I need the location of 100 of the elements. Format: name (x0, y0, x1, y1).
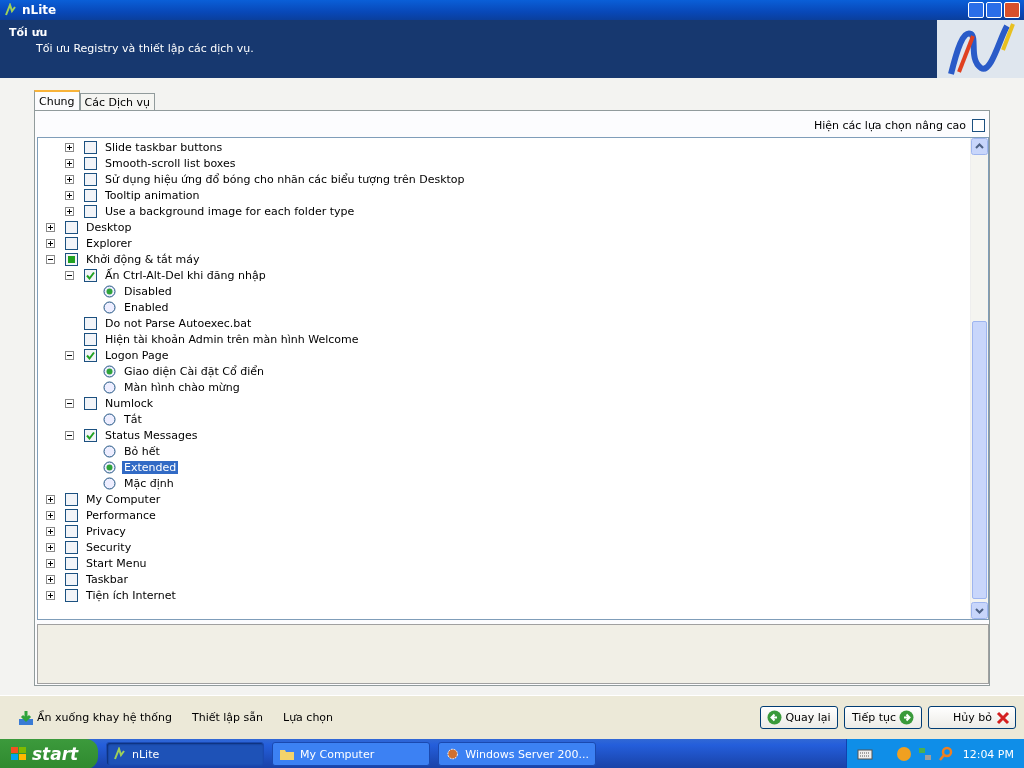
tree-item-label[interactable]: Numlock (103, 396, 156, 410)
tab[interactable]: Chung (34, 90, 80, 110)
tree-item-label[interactable]: Hiện tài khoản Admin trên màn hình Welcome (103, 332, 361, 346)
checkbox[interactable] (84, 332, 97, 346)
radio-button[interactable] (103, 444, 116, 458)
expand-icon[interactable] (46, 494, 55, 504)
checkbox[interactable] (65, 556, 78, 570)
checkbox[interactable] (84, 348, 97, 362)
cancel-button[interactable]: Hủy bỏ (928, 706, 1016, 729)
checkbox[interactable] (65, 540, 78, 554)
checkbox[interactable] (65, 252, 78, 266)
radio-button[interactable] (103, 476, 116, 490)
checkbox[interactable] (65, 524, 78, 538)
checkbox[interactable] (65, 572, 78, 586)
tree-item-label[interactable]: Explorer (84, 236, 134, 250)
expand-icon[interactable] (46, 510, 55, 520)
collapse-icon[interactable] (65, 398, 74, 408)
expand-icon[interactable] (65, 142, 74, 152)
close-icon (995, 709, 1011, 726)
tree-item-label[interactable]: Bỏ hết (122, 444, 162, 458)
tree-item-label[interactable]: Slide taskbar buttons (103, 140, 225, 154)
tree-item-label[interactable]: Desktop (84, 220, 134, 234)
tree-item-label[interactable]: Mặc định (122, 476, 176, 490)
tree-item-label[interactable]: Performance (84, 508, 158, 522)
radio-button[interactable] (103, 460, 116, 474)
tree-item-label[interactable]: Enabled (122, 300, 171, 314)
scroll-down-button[interactable] (971, 602, 988, 619)
footer-link[interactable]: Ẩn xuống khay hệ thống (37, 711, 172, 724)
radio-button[interactable] (103, 412, 116, 426)
tree-item-label[interactable]: Start Menu (84, 556, 149, 570)
next-button[interactable]: Tiếp tục (844, 706, 922, 729)
tree-item-label[interactable]: My Computer (84, 492, 163, 506)
radio-button[interactable] (103, 284, 116, 298)
restore-button[interactable] (986, 2, 1002, 18)
checkbox[interactable] (972, 118, 985, 132)
checkbox[interactable] (84, 188, 97, 202)
checkbox[interactable] (84, 268, 97, 282)
radio-button[interactable] (103, 364, 116, 378)
checkbox[interactable] (65, 220, 78, 234)
expand-icon[interactable] (46, 590, 55, 600)
tree-item-label[interactable]: Extended (122, 460, 179, 474)
checkbox[interactable] (84, 204, 97, 218)
tree-item-label[interactable]: Tiện ích Internet (84, 588, 178, 602)
tree-item-label[interactable]: Use a background image for each folder type (103, 204, 357, 218)
tree-item-label[interactable]: Sử dụng hiệu ứng đổ bóng cho nhãn các biểu tượng trên Desktop (103, 172, 467, 186)
page-subtitle: Tối ưu Registry và thiết lập các dịch vụ. (35, 42, 255, 55)
tree-item-label[interactable]: Privacy (84, 524, 128, 538)
checkbox[interactable] (84, 172, 97, 186)
tree-item-label[interactable]: Giao diện Cài đặt Cổ điển (122, 364, 266, 378)
collapse-icon[interactable] (46, 254, 55, 264)
expand-icon[interactable] (46, 574, 55, 584)
scroll-up-button[interactable] (971, 138, 988, 155)
taskbar-button[interactable]: My Computer (272, 742, 430, 766)
checkbox[interactable] (84, 140, 97, 154)
expand-icon[interactable] (65, 174, 74, 184)
radio-button[interactable] (103, 300, 116, 314)
checkbox[interactable] (65, 588, 78, 602)
app-icon (4, 3, 18, 17)
tree-item-label[interactable]: Tắt (122, 412, 144, 426)
expand-icon[interactable] (46, 238, 55, 248)
tree-item-label[interactable]: Smooth-scroll list boxes (103, 156, 238, 170)
tree-item-label[interactable]: Tooltip animation (103, 188, 202, 202)
expand-icon[interactable] (65, 206, 74, 216)
tree-item-label[interactable]: Status Messages (103, 428, 200, 442)
tree-item-label[interactable]: Khởi động & tắt máy (84, 252, 202, 266)
start-button[interactable]: start (0, 739, 98, 768)
checkbox[interactable] (84, 396, 97, 410)
keyboard-icon[interactable] (856, 748, 873, 760)
expand-icon[interactable] (46, 526, 55, 536)
collapse-icon[interactable] (65, 270, 74, 280)
radio-button[interactable] (103, 380, 116, 394)
expand-icon[interactable] (46, 558, 55, 568)
tab[interactable]: Các Dịch vụ (79, 93, 156, 110)
footer-link[interactable]: Lựa chọn (283, 711, 334, 724)
tree-item-label[interactable]: Taskbar (84, 572, 130, 586)
tree-item-label[interactable]: Do not Parse Autoexec.bat (103, 316, 254, 330)
taskbar-button[interactable]: Windows Server 200... (438, 742, 596, 766)
checkbox[interactable] (65, 492, 78, 506)
tree-item-label[interactable]: Security (84, 540, 134, 554)
close-button[interactable] (1004, 2, 1020, 18)
tree-item-label[interactable]: Màn hình chào mừng (122, 380, 242, 394)
expand-icon[interactable] (46, 222, 55, 232)
checkbox[interactable] (84, 316, 97, 330)
collapse-icon[interactable] (65, 350, 74, 360)
expand-icon[interactable] (65, 158, 74, 168)
tree-item-label[interactable]: Disabled (122, 284, 174, 298)
checkbox[interactable] (84, 428, 97, 442)
minimize-button[interactable] (968, 2, 984, 18)
checkbox[interactable] (84, 156, 97, 170)
footer-link[interactable]: Thiết lập sẵn (191, 711, 263, 724)
expand-icon[interactable] (65, 190, 74, 200)
scrollbar-thumb[interactable] (972, 321, 987, 599)
tree-item-label[interactable]: Ấn Ctrl-Alt-Del khi đăng nhập (103, 268, 268, 282)
taskbar-button[interactable]: nLite (106, 742, 264, 766)
checkbox[interactable] (65, 508, 78, 522)
back-button[interactable]: Quay lại (760, 706, 838, 729)
checkbox[interactable] (65, 236, 78, 250)
collapse-icon[interactable] (65, 430, 74, 440)
expand-icon[interactable] (46, 542, 55, 552)
tree-item-label[interactable]: Logon Page (103, 348, 171, 362)
